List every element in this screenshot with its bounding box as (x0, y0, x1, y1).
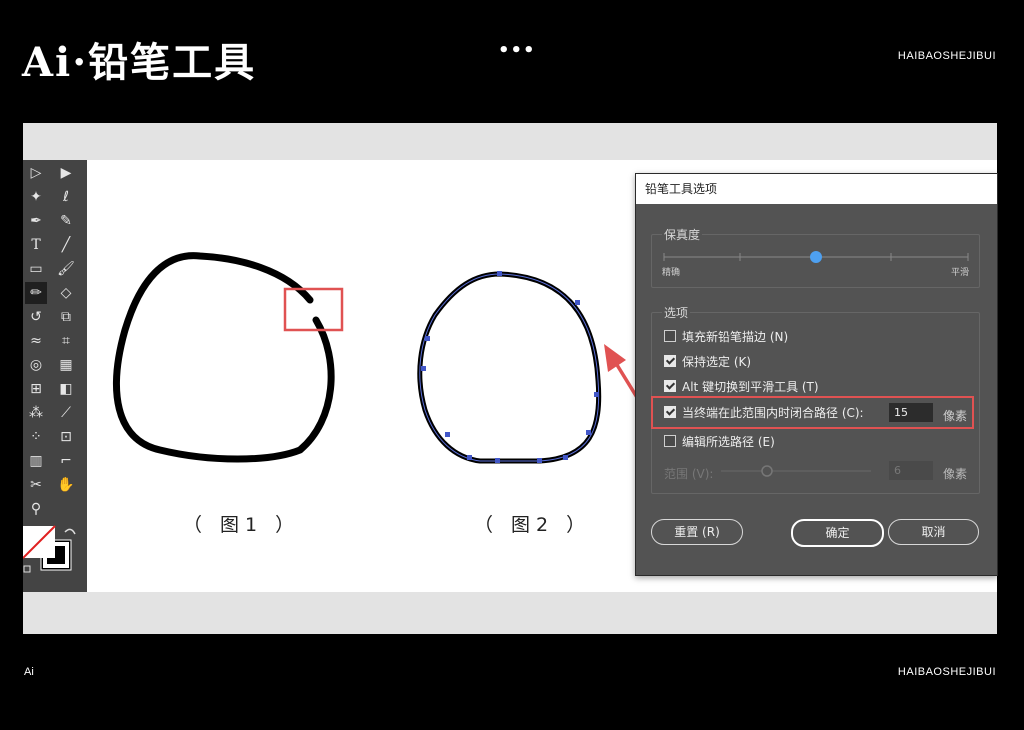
footer-left-label: Ai (24, 666, 34, 678)
range-label: 范围 (V): (664, 467, 714, 481)
reset-button[interactable]: 重置 (R) (651, 519, 743, 545)
fidelity-min-label: 精确 (662, 268, 681, 278)
option-edit-selected-paths[interactable]: 编辑所选路径 (E) (664, 434, 775, 450)
figure2-caption: （ 图2 ） (474, 514, 592, 536)
options-label: 选项 (662, 304, 691, 321)
ok-button[interactable]: 确定 (791, 519, 884, 547)
option-fill-new-strokes[interactable]: 填充新铅笔描边 (N) (664, 329, 788, 345)
range-slider-disabled (721, 465, 871, 477)
figure1-open-path (113, 252, 335, 463)
close-path-highlight (651, 396, 974, 429)
fidelity-label: 保真度 (662, 226, 703, 243)
checkbox-unchecked-icon[interactable] (664, 435, 676, 447)
checkbox-unchecked-icon[interactable] (664, 330, 676, 342)
pencil-options-dialog: 铅笔工具选项 保真度 精确 平滑 选项 填充新铅笔描边 (N) 保持选定 (K)… (635, 173, 998, 576)
cancel-button[interactable]: 取消 (888, 519, 979, 545)
checkbox-checked-icon[interactable] (664, 355, 676, 367)
checkbox-checked-icon[interactable] (664, 380, 676, 392)
figure1-caption: （ 图1 ） (183, 514, 301, 536)
range-unit: 像素 (943, 467, 968, 481)
option-keep-selected[interactable]: 保持选定 (K) (664, 354, 751, 370)
range-value-input: 6 (889, 461, 933, 480)
option-alt-smooth[interactable]: Alt 键切换到平滑工具 (T) (664, 379, 819, 395)
dialog-title: 铅笔工具选项 (636, 174, 997, 204)
fidelity-slider[interactable] (662, 249, 972, 265)
fidelity-max-label: 平滑 (951, 268, 970, 278)
figure1-gap-highlight (283, 287, 344, 332)
brand-bottom: HAIBAOSHEJIBUI (897, 666, 996, 678)
fidelity-slider-knob (810, 251, 822, 263)
